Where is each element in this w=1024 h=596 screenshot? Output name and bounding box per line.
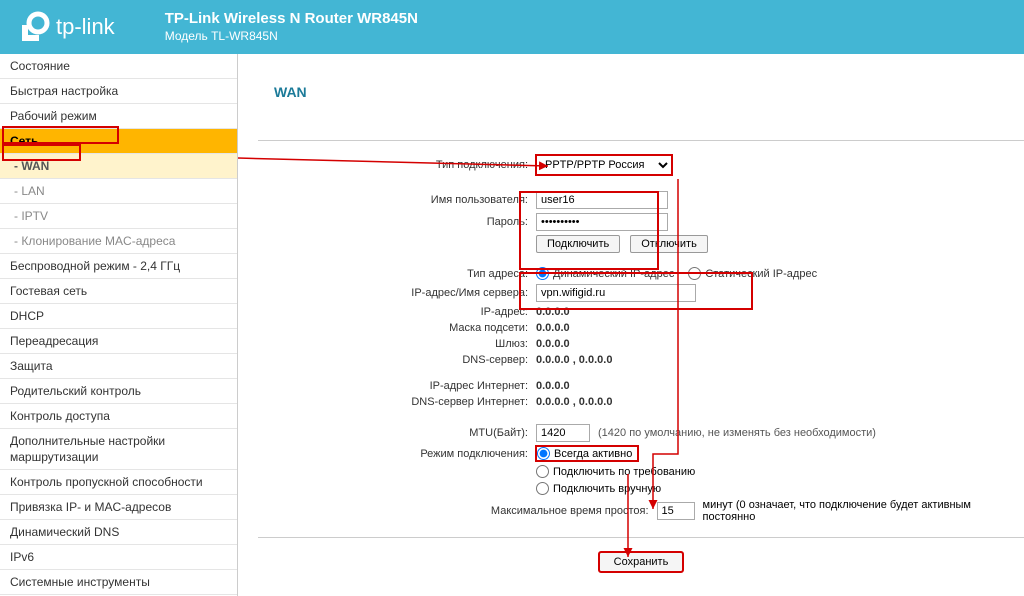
radio-mode-always[interactable] [537,447,550,460]
value-ip: 0.0.0.0 [536,306,570,318]
sidebar-item-16[interactable]: Контроль пропускной способности [0,470,237,495]
header-titles: TP-Link Wireless N Router WR845N Модель … [165,9,418,44]
value-ip-inet: 0.0.0.0 [536,380,570,392]
label-mtu: MTU(Байт): [258,427,536,439]
app-header: tp-link TP-Link Wireless N Router WR845N… [0,0,1024,54]
value-gw: 0.0.0.0 [536,338,570,350]
label-mode-demand: Подключить по требованию [553,466,695,478]
label-password: Пароль: [258,216,536,228]
label-ip-inet: IP-адрес Интернет: [258,380,536,392]
device-title: TP-Link Wireless N Router WR845N [165,9,418,29]
sidebar-item-17[interactable]: Привязка IP- и MAC-адресов [0,495,237,520]
divider [258,140,1024,141]
sidebar-item-14[interactable]: Контроль доступа [0,404,237,429]
label-username: Имя пользователя: [258,194,536,206]
sidebar-nav: СостояниеБыстрая настройкаРабочий режимС… [0,54,238,596]
sidebar-item-4[interactable]: - WAN [0,154,237,179]
radio-mode-manual[interactable] [536,482,549,495]
page-title: WAN [274,84,1024,100]
value-mask: 0.0.0.0 [536,322,570,334]
radio-static-ip[interactable] [688,267,701,280]
brand-text: tp-link [56,14,115,40]
idle-unit-text: минут (0 означает, что подключение будет… [703,499,1024,523]
label-idle: Максимальное время простоя: [258,505,657,517]
sidebar-item-3[interactable]: Сеть [0,129,237,154]
label-dns-inet: DNS-сервер Интернет: [258,396,536,408]
connect-button[interactable]: Подключить [536,235,620,253]
label-addr-type: Тип адреса: [258,268,536,280]
divider [258,537,1024,538]
brand-logo: tp-link [18,11,115,43]
sidebar-item-15[interactable]: Дополнительные настройки маршрутизации [0,429,237,470]
label-mode-always: Всегда активно [554,448,632,460]
sidebar-item-11[interactable]: Переадресация [0,329,237,354]
sidebar-item-20[interactable]: Системные инструменты [0,570,237,595]
label-ip: IP-адрес: [258,306,536,318]
value-dns-inet: 0.0.0.0 , 0.0.0.0 [536,396,612,408]
sidebar-item-1[interactable]: Быстрая настройка [0,79,237,104]
save-button[interactable]: Сохранить [599,552,684,572]
conn-type-select[interactable]: PPTP/PPTP Россия [536,155,672,175]
sidebar-item-6[interactable]: - IPTV [0,204,237,229]
sidebar-item-13[interactable]: Родительский контроль [0,379,237,404]
sidebar-item-10[interactable]: DHCP [0,304,237,329]
disconnect-button[interactable]: Отключить [630,235,708,253]
sidebar-item-19[interactable]: IPv6 [0,545,237,570]
sidebar-item-9[interactable]: Гостевая сеть [0,279,237,304]
sidebar-item-5[interactable]: - LAN [0,179,237,204]
radio-mode-demand[interactable] [536,465,549,478]
mtu-hint: (1420 по умолчанию, не изменять без необ… [598,427,876,439]
server-input[interactable] [536,284,696,302]
label-conn-mode: Режим подключения: [258,448,536,460]
username-input[interactable] [536,191,668,209]
label-mask: Маска подсети: [258,322,536,334]
label-conn-type: Тип подключения: [258,159,536,171]
password-input[interactable] [536,213,668,231]
mtu-input[interactable] [536,424,590,442]
sidebar-item-12[interactable]: Защита [0,354,237,379]
label-static-ip: Статический IP-адрес [705,268,817,280]
main-content: WAN Тип подключения: PPTP/PPTP Россия Им… [238,54,1024,596]
tplink-logo-icon [18,11,50,43]
label-dynamic-ip: Динамический IP-адрес [553,268,674,280]
device-model: Модель TL-WR845N [165,29,418,45]
sidebar-item-2[interactable]: Рабочий режим [0,104,237,129]
radio-dynamic-ip[interactable] [536,267,549,280]
label-server: IP-адрес/Имя сервера: [258,287,536,299]
sidebar-item-7[interactable]: - Клонирование MAC-адреса [0,229,237,254]
sidebar-item-0[interactable]: Состояние [0,54,237,79]
label-dns: DNS-сервер: [258,354,536,366]
label-mode-manual: Подключить вручную [553,483,661,495]
value-dns: 0.0.0.0 , 0.0.0.0 [536,354,612,366]
sidebar-item-8[interactable]: Беспроводной режим - 2,4 ГГц [0,254,237,279]
idle-input[interactable] [657,502,695,520]
label-gw: Шлюз: [258,338,536,350]
sidebar-item-18[interactable]: Динамический DNS [0,520,237,545]
